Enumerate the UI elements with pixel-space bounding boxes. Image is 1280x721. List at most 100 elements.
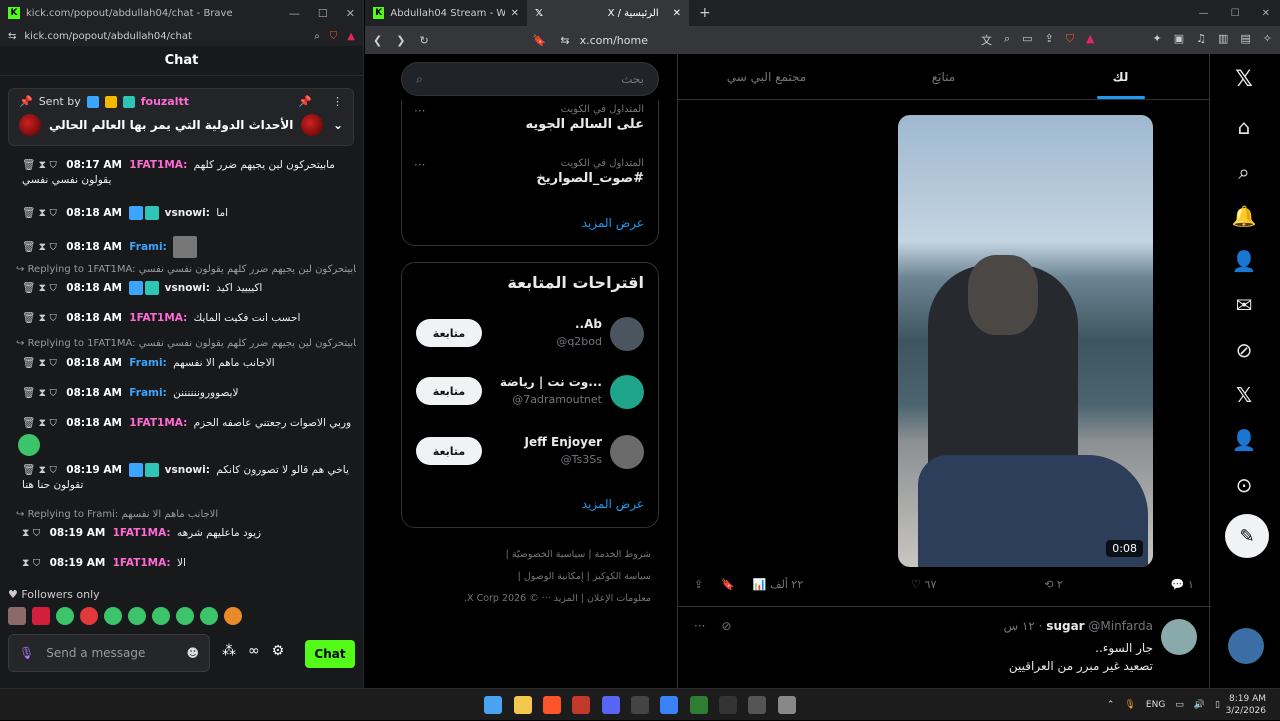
tab-x-home[interactable]: 𝕏 الرئيسية / X ✕	[527, 0, 689, 26]
mod-icons[interactable]: 🗑 ⧗ ⛉	[22, 387, 57, 399]
app-icon[interactable]	[719, 696, 737, 714]
microphone-icon[interactable]: 🎙	[1124, 700, 1135, 710]
mod-icons[interactable]: 🗑 ⧗ ⛉	[22, 464, 57, 476]
reply-button[interactable]: 💬 ١	[1171, 578, 1194, 591]
chat-username[interactable]: vsnowi:	[165, 207, 210, 219]
back-icon[interactable]: ❮	[373, 34, 382, 47]
chat-username[interactable]: Frami:	[129, 387, 167, 399]
extensions-icon[interactable]: ✦	[1152, 32, 1161, 48]
show-more-link[interactable]: عرض المزيد	[582, 216, 644, 230]
emoji-icon[interactable]: ☻	[186, 646, 199, 660]
repost-button[interactable]: ⟲ ٢	[1044, 578, 1063, 591]
reply-context[interactable]: ↪ Replying to 1FAT1MA: مابيتحركون لين يج…	[16, 264, 356, 275]
emote[interactable]	[32, 607, 50, 625]
emote[interactable]	[200, 607, 218, 625]
maximize-icon[interactable]: ☐	[318, 7, 328, 20]
chat-username[interactable]: Frami:	[129, 241, 167, 253]
close-icon[interactable]: ✕	[1262, 8, 1270, 19]
emote[interactable]	[8, 607, 26, 625]
tweet-author[interactable]: sugar	[1046, 619, 1084, 633]
settings-icon[interactable]	[778, 696, 796, 714]
cast-icon[interactable]: ▭	[1022, 32, 1032, 48]
minimize-icon[interactable]: —	[289, 7, 300, 20]
emote[interactable]	[224, 607, 242, 625]
close-tab-icon[interactable]: ✕	[511, 8, 519, 19]
battery-icon[interactable]: ▯	[1215, 700, 1220, 710]
bookmark-icon[interactable]: 🔖	[721, 578, 735, 591]
follow-button[interactable]: متابعة	[416, 437, 482, 465]
chevron-down-icon[interactable]: ⌄	[333, 118, 343, 132]
sidebar-icon[interactable]: ▥	[1218, 32, 1228, 48]
share-icon[interactable]: ⇪	[1045, 32, 1054, 48]
zoom-icon[interactable]: ⌕	[1004, 32, 1010, 48]
reload-icon[interactable]: ↻	[419, 34, 428, 47]
chat-username[interactable]: Frami:	[129, 357, 167, 369]
home-icon[interactable]: ⌂	[1231, 114, 1257, 140]
address-bar[interactable]: ⇆ x.com/home	[560, 34, 648, 47]
address-bar[interactable]: ⇆ kick.com/popout/abdullah04/chat ⌕ ⛉ ▲	[0, 26, 363, 46]
notifications-icon[interactable]: 🔔	[1231, 203, 1257, 229]
trend-item[interactable]: المتداول في الكويت #صوت_الصواريخ ···	[414, 158, 644, 186]
app-icon[interactable]	[631, 696, 649, 714]
follow-suggestion[interactable]: Jeff Enjoyer @Ts3Ss متابعة	[416, 433, 644, 473]
profile-icon[interactable]: 👤	[1231, 427, 1257, 453]
chat-message-input[interactable]: 🎙 Send a message ☻	[8, 634, 210, 672]
mod-icons[interactable]: ⧗ ⛉	[22, 527, 40, 539]
more-options-icon[interactable]: ···	[414, 158, 425, 172]
reply-context[interactable]: ↪ Replying to 1FAT1MA: مابيتحركون لين يج…	[16, 338, 356, 349]
views-button[interactable]: 📊 ٢٢ ألف	[753, 578, 803, 591]
app-icon[interactable]	[690, 696, 708, 714]
emote[interactable]	[104, 607, 122, 625]
new-tab-icon[interactable]: +	[689, 5, 711, 21]
music-icon[interactable]: ♫	[1196, 32, 1206, 48]
chat-username[interactable]: 1FAT1MA:	[129, 312, 187, 324]
chevron-up-icon[interactable]: ⌃	[1107, 700, 1115, 710]
mod-icons[interactable]: 🗑 ⧗ ⛉	[22, 241, 57, 253]
chat-username[interactable]: 1FAT1MA:	[113, 557, 171, 569]
account-avatar[interactable]	[1228, 628, 1264, 664]
infinity-icon[interactable]: ∞	[248, 643, 260, 659]
wallet2-icon[interactable]: ▤	[1240, 32, 1250, 48]
site-settings-icon[interactable]: ⇆	[8, 31, 16, 42]
chat-username[interactable]: 1FAT1MA:	[113, 527, 171, 539]
avatar[interactable]	[610, 317, 644, 351]
chat-username[interactable]: vsnowi:	[165, 282, 210, 294]
brave-shield-icon[interactable]: ⛉	[330, 31, 338, 42]
x-logo-icon[interactable]: 𝕏	[1231, 66, 1257, 92]
trend-item[interactable]: المتداول في الكويت على السالم الجويه ···	[414, 104, 644, 132]
volume-icon[interactable]: 🔊	[1194, 700, 1205, 710]
pinned-sender[interactable]: fouzaltt	[141, 95, 189, 108]
avatar[interactable]	[1161, 619, 1197, 655]
emote[interactable]	[152, 607, 170, 625]
app-icon[interactable]	[660, 696, 678, 714]
microphone-icon[interactable]: 🎙	[19, 646, 34, 660]
app-icon[interactable]	[748, 696, 766, 714]
follow-button[interactable]: متابعة	[416, 377, 482, 405]
chat-username[interactable]: 1FAT1MA:	[129, 417, 187, 429]
emote[interactable]	[80, 607, 98, 625]
follow-suggestion[interactable]: Ab.. @q2bod متابعة	[416, 315, 644, 355]
search-input[interactable]: بحث ⌕	[401, 62, 659, 96]
follow-icon[interactable]: 👤	[1231, 248, 1257, 274]
network-icon[interactable]: ▭	[1175, 700, 1184, 710]
mod-icons[interactable]: 🗑 ⧗ ⛉	[22, 207, 57, 219]
start-icon[interactable]	[484, 696, 502, 714]
close-tab-icon[interactable]: ✕	[673, 8, 681, 19]
chat-username[interactable]: vsnowi:	[165, 464, 210, 476]
brave-shield-icon[interactable]: ⛉	[1066, 32, 1074, 48]
mod-icons[interactable]: 🗑 ⧗ ⛉	[22, 417, 57, 429]
premium-icon[interactable]: 𝕏	[1231, 382, 1257, 408]
pin-action-icon[interactable]: 📌	[298, 95, 312, 108]
brave-rewards-icon[interactable]: ▲	[347, 31, 355, 42]
avatar[interactable]	[610, 375, 644, 409]
brave-rewards-icon[interactable]: ▲	[1086, 32, 1094, 48]
chat-send-button[interactable]: Chat	[305, 640, 355, 668]
mod-icons[interactable]: 🗑 ⧗ ⛉	[22, 312, 57, 324]
follow-suggestion[interactable]: ...وت نت | رياضة @7adramoutnet متابعة	[416, 373, 644, 413]
tab-kick[interactable]: K Abdullah04 Stream - Watch Live on K ✕	[365, 0, 527, 26]
file-explorer-icon[interactable]	[514, 696, 532, 714]
minimize-icon[interactable]: —	[1199, 8, 1209, 19]
more-options-icon[interactable]: ···	[414, 104, 425, 118]
follow-button[interactable]: متابعة	[416, 319, 482, 347]
clock[interactable]: 8:19 AM 3/2/2026	[1226, 693, 1266, 717]
